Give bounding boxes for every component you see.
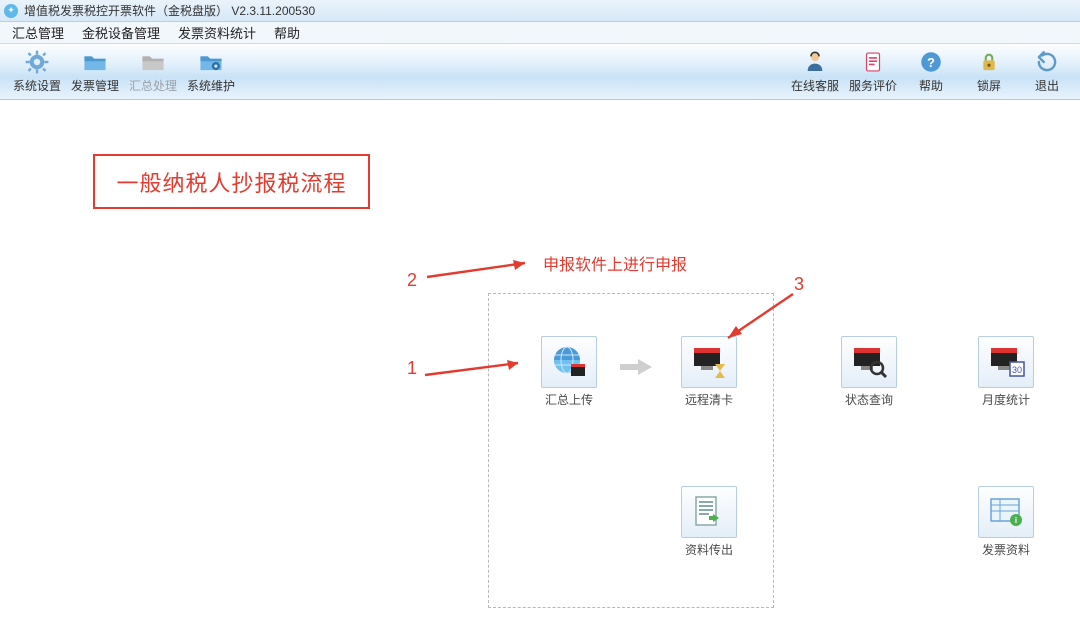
folder-disabled-icon — [138, 49, 168, 75]
toolbar-label: 退出 — [1035, 77, 1059, 94]
svg-text:?: ? — [927, 55, 935, 70]
tile-label: 资料传出 — [685, 541, 733, 558]
toolbar-invoice-mgmt[interactable]: 发票管理 — [66, 49, 124, 94]
clipboard-icon — [858, 49, 888, 75]
menu-item[interactable]: 帮助 — [274, 23, 300, 42]
menu-item[interactable]: 汇总管理 — [12, 23, 64, 42]
monitor-calendar-icon: 30 — [978, 336, 1034, 388]
flow-arrow-icon — [618, 355, 654, 384]
menu-item[interactable]: 发票资料统计 — [178, 23, 256, 42]
toolbar-system-settings[interactable]: 系统设置 — [8, 49, 66, 94]
app-icon: ✦ — [4, 4, 18, 18]
toolbar-label: 发票管理 — [71, 77, 119, 94]
toolbar-label: 系统设置 — [13, 77, 61, 94]
toolbar-exit[interactable]: 退出 — [1018, 49, 1076, 94]
toolbar-label: 在线客服 — [791, 77, 839, 94]
toolbar-online-support[interactable]: 在线客服 — [786, 49, 844, 94]
annotation-note: 申报软件上进行申报 — [543, 251, 687, 275]
toolbar-system-maint[interactable]: 系统维护 — [182, 49, 240, 94]
red-arrow-1 — [423, 355, 533, 385]
toolbar-service-rating[interactable]: 服务评价 — [844, 49, 902, 94]
tile-monthly-stats[interactable]: 30 月度统计 — [975, 336, 1037, 408]
toolbar-summary-process: 汇总处理 — [124, 49, 182, 94]
tile-export[interactable]: 资料传出 — [678, 486, 740, 558]
svg-text:i: i — [1015, 516, 1017, 525]
content-area: 一般纳税人抄报税流程 汇总上传 远程清卡 资料传出 状态查询 30 月度统计 — [0, 100, 1080, 625]
title-bar: ✦ 增值税发票税控开票软件（金税盘版） V2.3.11.200530 — [0, 0, 1080, 22]
tile-status-query[interactable]: 状态查询 — [838, 336, 900, 408]
toolbar-label: 帮助 — [919, 77, 943, 94]
toolbar-label: 汇总处理 — [129, 77, 177, 94]
toolbar-help[interactable]: ? 帮助 — [902, 49, 960, 94]
red-arrow-3 — [718, 290, 798, 345]
process-title-box: 一般纳税人抄报税流程 — [93, 154, 370, 209]
menu-item[interactable]: 金税设备管理 — [82, 23, 160, 42]
toolbar: 系统设置 发票管理 汇总处理 系统维护 在线客服 — [0, 44, 1080, 100]
invoice-sheet-icon: i — [978, 486, 1034, 538]
tile-label: 远程清卡 — [685, 391, 733, 408]
tile-label: 发票资料 — [982, 541, 1030, 558]
support-icon — [800, 49, 830, 75]
gear-icon — [22, 49, 52, 75]
red-arrow-2 — [425, 253, 540, 283]
globe-upload-icon — [541, 336, 597, 388]
folder-icon — [80, 49, 110, 75]
tile-invoice-data[interactable]: i 发票资料 — [975, 486, 1037, 558]
menu-bar: 汇总管理 金税设备管理 发票资料统计 帮助 — [0, 22, 1080, 44]
svg-text:30: 30 — [1012, 365, 1022, 375]
exit-icon — [1032, 49, 1062, 75]
window-title: 增值税发票税控开票软件（金税盘版） V2.3.11.200530 — [24, 2, 315, 19]
toolbar-lock[interactable]: 锁屏 — [960, 49, 1018, 94]
tile-remote-clear[interactable]: 远程清卡 — [678, 336, 740, 408]
tile-label: 月度统计 — [982, 391, 1030, 408]
annotation-step2: 2 — [407, 270, 417, 291]
toolbar-label: 系统维护 — [187, 77, 235, 94]
process-title-text: 一般纳税人抄报税流程 — [116, 166, 346, 198]
annotation-step1: 1 — [407, 358, 417, 379]
tile-upload[interactable]: 汇总上传 — [538, 336, 600, 408]
toolbar-label: 锁屏 — [977, 77, 1001, 94]
document-export-icon — [681, 486, 737, 538]
tile-label: 状态查询 — [845, 391, 893, 408]
tile-label: 汇总上传 — [545, 391, 593, 408]
help-icon: ? — [916, 49, 946, 75]
monitor-search-icon — [841, 336, 897, 388]
toolbar-label: 服务评价 — [849, 77, 897, 94]
lock-icon — [974, 49, 1004, 75]
folder-gear-icon — [196, 49, 226, 75]
